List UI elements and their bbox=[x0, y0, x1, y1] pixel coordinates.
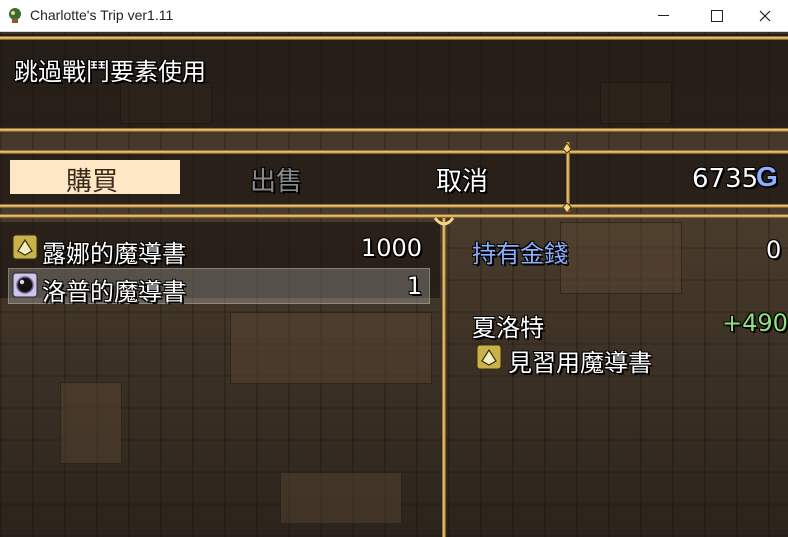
item-price: 1000 bbox=[360, 234, 422, 262]
owned-value: 0 bbox=[766, 236, 782, 264]
divider-ornament bbox=[442, 218, 446, 537]
character-name: 夏洛特 bbox=[472, 314, 544, 342]
help-message: 跳過戰鬥要素使用 bbox=[14, 58, 206, 86]
background-rack bbox=[280, 472, 402, 524]
orb-icon bbox=[12, 272, 38, 298]
maximize-icon bbox=[711, 9, 723, 22]
ornament-icon bbox=[433, 217, 455, 226]
window-border bbox=[0, 36, 788, 40]
item-name: 露娜的魔導書 bbox=[42, 240, 186, 268]
window-border bbox=[0, 204, 788, 208]
close-icon bbox=[759, 10, 771, 21]
app-icon bbox=[9, 8, 21, 23]
window-border bbox=[0, 214, 788, 218]
item-name: 洛普的魔導書 bbox=[42, 278, 186, 306]
game-screen: 跳過戰鬥要素使用 購買 出售 取消 6735 G 露娜的魔導書 1000 洛普的… bbox=[0, 32, 788, 537]
stat-change: +490 bbox=[722, 309, 788, 337]
sell-command[interactable]: 出售 bbox=[250, 161, 302, 198]
equipped-item-name: 見習用魔導書 bbox=[508, 349, 652, 377]
cancel-command[interactable]: 取消 bbox=[436, 161, 488, 198]
gold-amount: 6735 bbox=[692, 164, 759, 194]
maximize-button[interactable] bbox=[694, 0, 740, 31]
background-shelf bbox=[560, 222, 682, 294]
background-pillar bbox=[60, 382, 122, 464]
ornament-icon bbox=[562, 202, 572, 214]
window-border bbox=[0, 150, 788, 154]
minimize-icon bbox=[657, 15, 669, 16]
buy-command[interactable]: 購買 bbox=[66, 161, 118, 198]
book-icon bbox=[476, 344, 502, 370]
owned-label: 持有金錢 bbox=[472, 240, 568, 268]
window-title: Charlotte's Trip ver1.11 bbox=[30, 7, 174, 23]
window-border bbox=[0, 128, 788, 132]
item-price: 1 bbox=[406, 272, 422, 300]
close-button[interactable] bbox=[742, 0, 788, 31]
gold-unit: G bbox=[756, 161, 778, 192]
minimize-button[interactable] bbox=[640, 0, 686, 31]
window-titlebar: Charlotte's Trip ver1.11 bbox=[0, 0, 788, 32]
ornament-icon bbox=[562, 142, 572, 154]
background-counter bbox=[230, 312, 432, 384]
book-icon bbox=[12, 234, 38, 260]
